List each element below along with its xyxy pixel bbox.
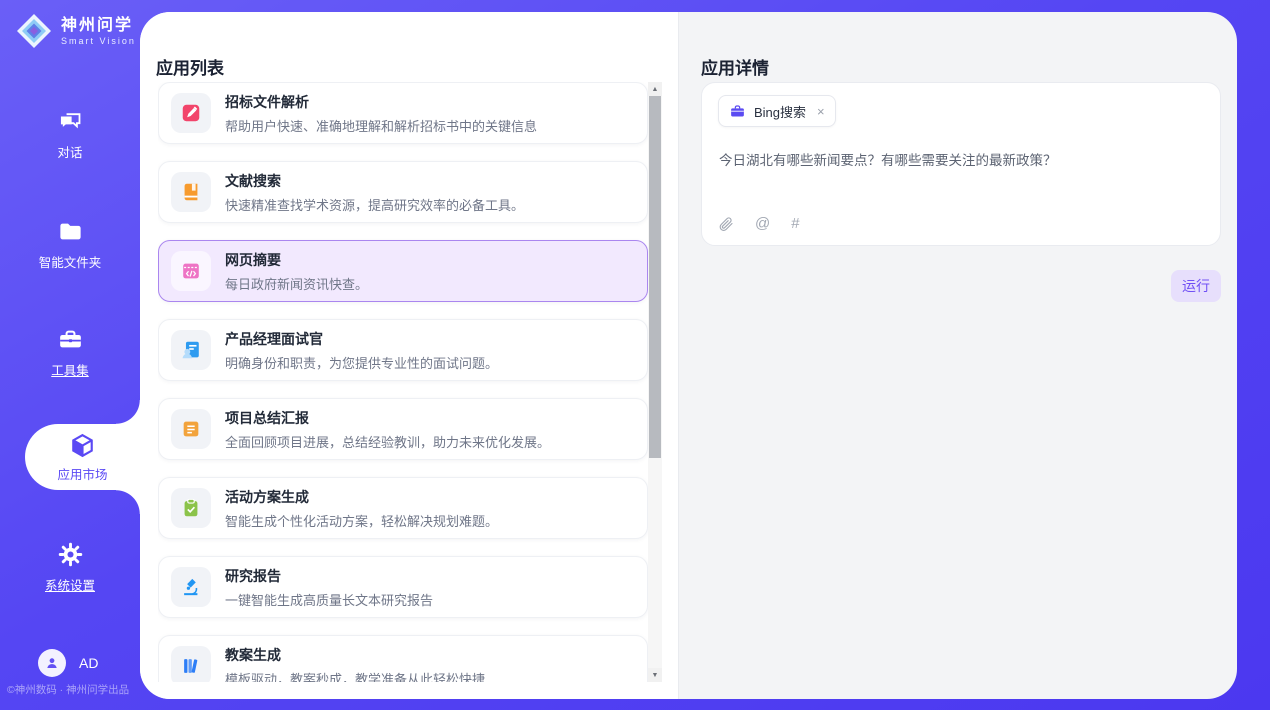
sidebar: 神州问学 Smart Vision 对话 智能文件夹 工具集 应用市场 系统设置 [0,0,140,710]
app-card-description: 明确身份和职责，为您提供专业性的面试问题。 [225,353,498,372]
input-toolbar: @ # [718,216,800,232]
app-card[interactable]: 研究报告 一键智能生成高质量长文本研究报告 [158,556,648,618]
app-card-description: 帮助用户快速、准确地理解和解析招标书中的关键信息 [225,116,537,135]
app-frame: 神州问学 Smart Vision 对话 智能文件夹 工具集 应用市场 系统设置 [0,0,1270,710]
brand-logo: 神州问学 Smart Vision [14,11,136,51]
logo-diamond-icon [14,11,54,51]
brand-name: 神州问学 [61,17,136,35]
app-detail-panel: 应用详情 Bing搜索 × 今日湖北有哪些新闻要点？有哪些需要关注的最新政策？ … [679,12,1237,699]
user-initials: AD [79,655,98,671]
run-row: 运行 [701,270,1221,302]
content-area: 应用列表 招标文件解析 帮助用户快速、准确地理解和解析招标书中的关键信息 文献搜… [140,12,1237,699]
books-icon [171,646,211,682]
app-card-title: 研究报告 [225,566,433,586]
interviewer-icon [171,330,211,370]
app-card-description: 全面回顾项目进展，总结经验教训，助力未来优化发展。 [225,432,550,451]
sidebar-item-smart-folders[interactable]: 智能文件夹 [0,218,140,271]
tool-tag-bing-search[interactable]: Bing搜索 × [718,95,836,127]
sidebar-item-label: 应用市场 [57,464,107,483]
app-card[interactable]: 招标文件解析 帮助用户快速、准确地理解和解析招标书中的关键信息 [158,82,648,144]
query-text-input[interactable]: 今日湖北有哪些新闻要点？有哪些需要关注的最新政策？ [719,151,1204,170]
app-detail-title: 应用详情 [701,54,769,79]
app-card-title: 文献搜索 [225,171,524,191]
microscope-icon [171,567,211,607]
sidebar-item-app-market[interactable]: 应用市场 [25,424,140,490]
sidebar-item-chat[interactable]: 对话 [0,108,140,161]
browser-icon [171,251,211,291]
hash-icon[interactable]: # [791,216,799,232]
scroll-down-button[interactable]: ▼ [648,668,662,682]
person-icon [44,655,60,671]
sidebar-item-label: 对话 [57,142,82,161]
app-list-title: 应用列表 [156,54,224,79]
app-card[interactable]: 产品经理面试官 明确身份和职责，为您提供专业性的面试问题。 [158,319,648,381]
scrollbar-thumb[interactable] [649,96,661,458]
cube-icon [69,432,96,459]
app-card[interactable]: 活动方案生成 智能生成个性化活动方案，轻松解决规划难题。 [158,477,648,539]
sidebar-item-label: 系统设置 [45,575,95,594]
sidebar-item-settings[interactable]: 系统设置 [0,541,140,594]
run-button[interactable]: 运行 [1171,270,1221,302]
tool-tag-label: Bing搜索 [754,102,806,121]
sidebar-item-label: 工具集 [51,360,89,379]
app-card-description: 模板驱动，教案秒成，教学准备从此轻松快捷 [225,669,485,683]
app-card-description: 智能生成个性化活动方案，轻松解决规划难题。 [225,511,498,530]
app-card[interactable]: 项目总结汇报 全面回顾项目进展，总结经验教训，助力未来优化发展。 [158,398,648,460]
book-icon [171,172,211,212]
sidebar-item-label: 智能文件夹 [39,252,102,271]
sidebar-item-toolset[interactable]: 工具集 [0,326,140,379]
memo-icon [171,409,211,449]
app-card-list: 招标文件解析 帮助用户快速、准确地理解和解析招标书中的关键信息 文献搜索 快速精… [158,82,648,682]
app-card-title: 教案生成 [225,645,485,665]
prompt-card: Bing搜索 × 今日湖北有哪些新闻要点？有哪些需要关注的最新政策？ @ # [701,82,1221,246]
paperclip-icon[interactable] [718,216,734,232]
gear-icon [57,541,84,568]
at-mention-icon[interactable]: @ [755,216,770,232]
app-card[interactable]: 教案生成 模板驱动，教案秒成，教学准备从此轻松快捷 [158,635,648,682]
edit-doc-icon [171,93,211,133]
app-card-description: 快速精准查找学术资源，提高研究效率的必备工具。 [225,195,524,214]
avatar [38,649,66,677]
clipboard-check-icon [171,488,211,528]
app-card-title: 项目总结汇报 [225,408,550,428]
user-account[interactable]: AD [38,649,98,677]
app-card-title: 活动方案生成 [225,487,498,507]
scrollbar[interactable]: ▲ ▼ [648,82,662,682]
brand-subtitle: Smart Vision [61,36,136,46]
app-card-description: 一键智能生成高质量长文本研究报告 [225,590,433,609]
scroll-up-button[interactable]: ▲ [648,82,662,96]
chat-icon [57,108,84,135]
app-card-title: 产品经理面试官 [225,329,498,349]
app-card-title: 网页摘要 [225,250,368,270]
app-card-title: 招标文件解析 [225,92,537,112]
app-card-description: 每日政府新闻资讯快查。 [225,274,368,293]
close-icon[interactable]: × [817,104,825,119]
toolbox-icon [57,326,84,353]
briefcase-icon [729,103,746,120]
copyright-text: ©神州数码 · 神州问学出品 [7,682,129,697]
app-card[interactable]: 文献搜索 快速精准查找学术资源，提高研究效率的必备工具。 [158,161,648,223]
app-card[interactable]: 网页摘要 每日政府新闻资讯快查。 [158,240,648,302]
app-list-panel: 应用列表 招标文件解析 帮助用户快速、准确地理解和解析招标书中的关键信息 文献搜… [140,12,679,699]
folder-icon [57,218,84,245]
